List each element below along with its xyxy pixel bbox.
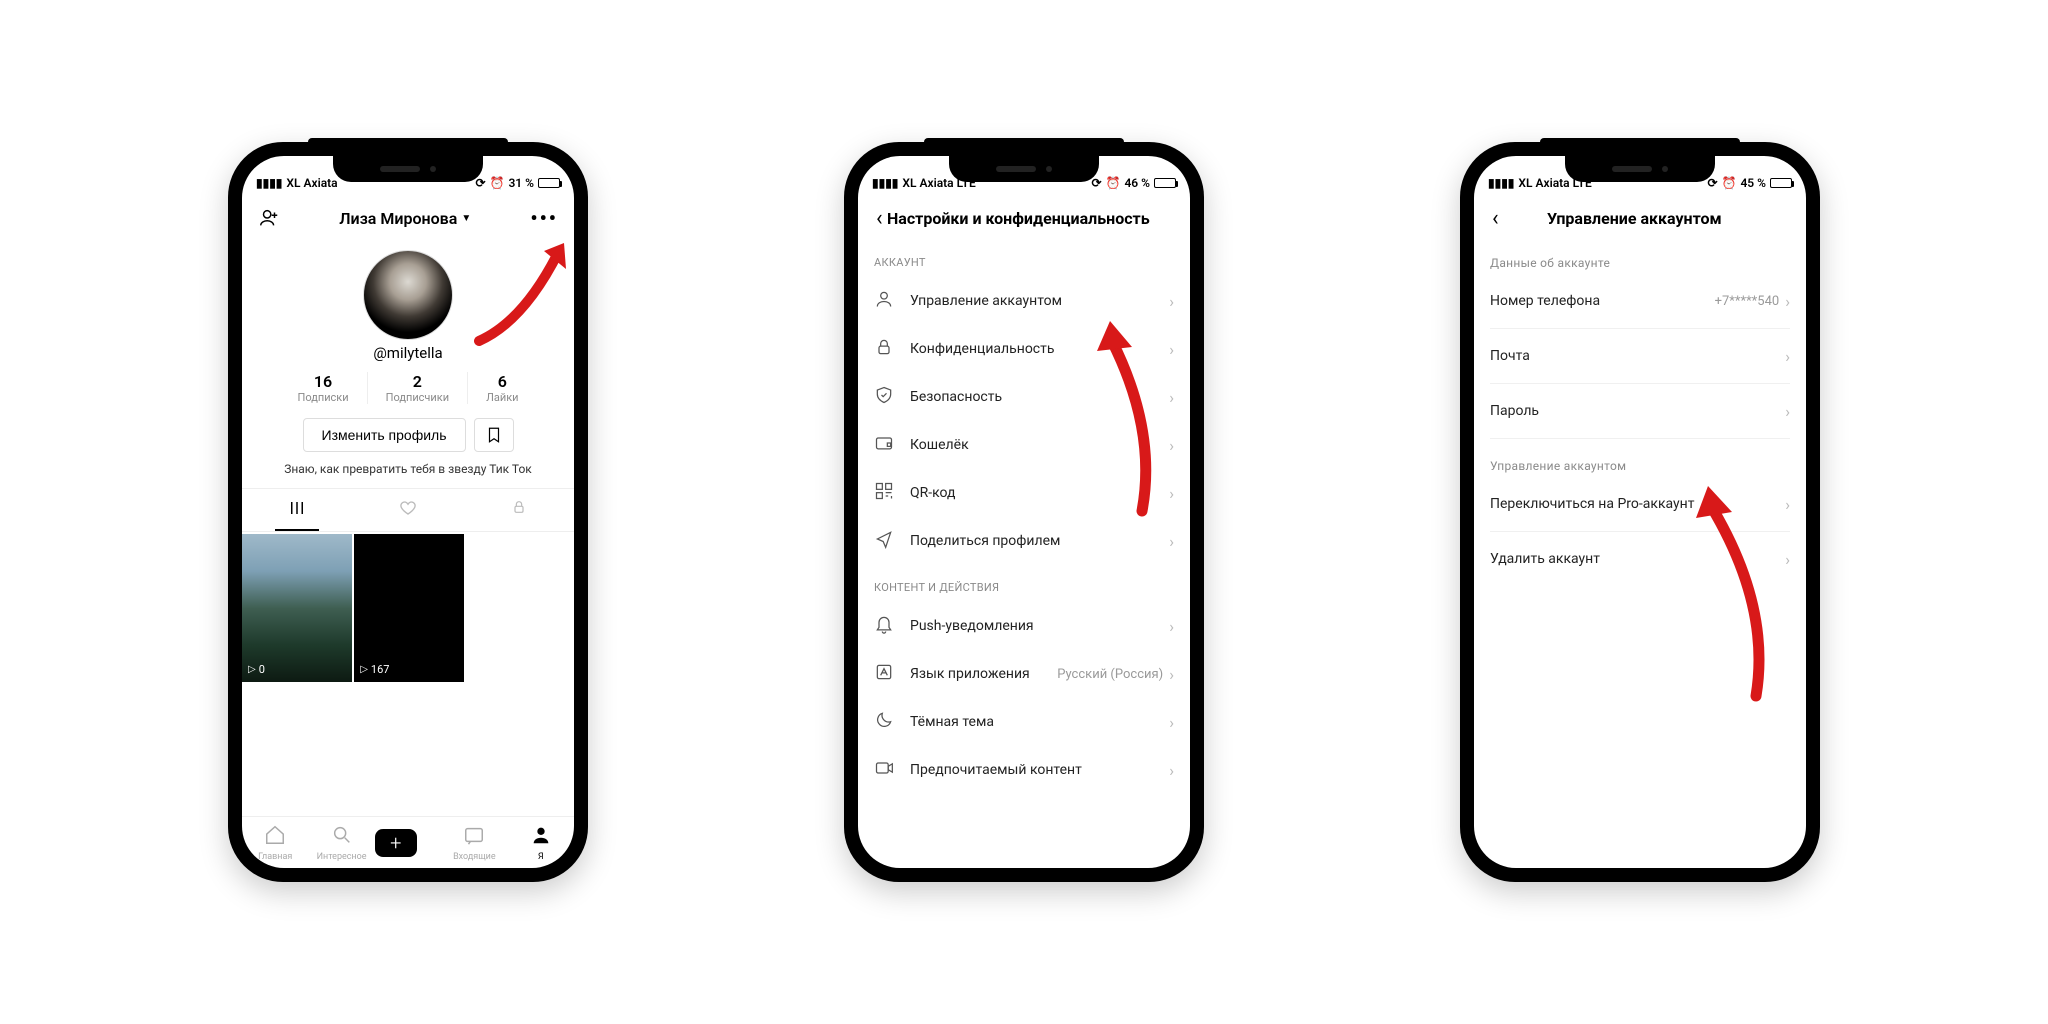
row-phone-number[interactable]: Номер телефона +7*****540 › (1474, 278, 1806, 324)
video-thumbnail[interactable]: 167 (354, 534, 464, 682)
language-icon (874, 662, 896, 686)
chevron-right-icon: › (1169, 340, 1174, 359)
chevron-right-icon: › (1169, 436, 1174, 455)
phone-notch (1565, 156, 1715, 182)
chevron-right-icon: › (1169, 484, 1174, 503)
caret-down-icon: ▼ (461, 213, 471, 224)
page-title: Управление аккаунтом (1475, 209, 1794, 228)
section-header-content: КОНТЕНТ И ДЕЙСТВИЯ (858, 565, 1190, 602)
chevron-right-icon: › (1785, 292, 1790, 311)
chevron-right-icon: › (1169, 292, 1174, 311)
nav-home[interactable]: Главная (242, 824, 308, 862)
qr-icon (874, 481, 896, 505)
section-header-account: АККАУНТ (858, 240, 1190, 277)
row-privacy[interactable]: Конфиденциальность › (858, 325, 1190, 373)
chevron-right-icon: › (1785, 402, 1790, 421)
divider (1490, 383, 1790, 384)
bio-text: Знаю, как превратить тебя в звезду Тик Т… (242, 462, 574, 476)
chevron-right-icon: › (1169, 617, 1174, 636)
moon-icon (874, 710, 896, 734)
video-thumbnail[interactable]: 0 (242, 534, 352, 682)
phone-notch (333, 156, 483, 182)
profile-name-dropdown[interactable]: Лиза Миронова ▼ (339, 209, 471, 228)
row-qr[interactable]: QR-код › (858, 469, 1190, 517)
wallet-icon (874, 433, 896, 457)
tab-private[interactable] (463, 489, 574, 531)
row-push[interactable]: Push-уведомления › (858, 602, 1190, 650)
row-language[interactable]: Язык приложения Русский (Россия) › (858, 650, 1190, 698)
page-title: Настройки и конфиденциальность (859, 209, 1178, 228)
row-content-pref[interactable]: Предпочитаемый контент › (858, 746, 1190, 794)
row-email[interactable]: Почта › (1474, 333, 1806, 379)
tab-grid[interactable] (242, 489, 353, 531)
phone-settings: ▮▮▮▮ XL Axiata LTE 22:59 ⟳ ⏰ 46 % ‹ Наст… (844, 142, 1204, 882)
play-count: 0 (248, 663, 265, 676)
row-manage-account[interactable]: Управление аккаунтом › (858, 277, 1190, 325)
play-count: 167 (360, 663, 389, 676)
chevron-right-icon: › (1785, 347, 1790, 366)
edit-profile-button[interactable]: Изменить профиль (303, 418, 466, 452)
avatar[interactable] (363, 250, 453, 340)
profile-tabs (242, 488, 574, 532)
row-switch-pro[interactable]: Переключиться на Pro-аккаунт › (1474, 481, 1806, 527)
shield-icon (874, 385, 896, 409)
profile-name: Лиза Миронова (339, 209, 457, 228)
section-header-manage: Управление аккаунтом (1474, 443, 1806, 481)
bottom-nav: Главная Интересное + Входящие Я (242, 816, 574, 868)
chevron-right-icon: › (1169, 713, 1174, 732)
row-password[interactable]: Пароль › (1474, 388, 1806, 434)
row-value: +7*****540 (1715, 294, 1780, 309)
nav-me[interactable]: Я (508, 824, 574, 862)
username-handle: @milytella (242, 344, 574, 362)
share-icon (874, 529, 896, 553)
plus-icon: + (375, 829, 417, 857)
divider (1490, 438, 1790, 439)
row-value: Русский (Россия) (1057, 667, 1163, 682)
stat-following[interactable]: 16 Подписки (279, 372, 367, 404)
bell-icon (874, 614, 896, 638)
add-friend-icon[interactable] (258, 207, 280, 229)
stats-row: 16 Подписки 2 Подписчики 6 Лайки (242, 372, 574, 404)
chevron-right-icon: › (1169, 532, 1174, 551)
bookmark-button[interactable] (474, 418, 514, 452)
row-delete-account[interactable]: Удалить аккаунт › (1474, 536, 1806, 582)
stat-followers[interactable]: 2 Подписчики (368, 372, 468, 404)
chevron-right-icon: › (1785, 550, 1790, 569)
phone-profile: ▮▮▮▮ XL Axiata 19:35 ⟳ ⏰ 31 % Лиза Мирон… (228, 142, 588, 882)
row-dark-theme[interactable]: Тёмная тема › (858, 698, 1190, 746)
phone-manage-account: ▮▮▮▮ XL Axiata LTE 22:59 ⟳ ⏰ 45 % ‹ Упра… (1460, 142, 1820, 882)
chevron-right-icon: › (1169, 761, 1174, 780)
video-icon (874, 758, 896, 782)
row-wallet[interactable]: Кошелёк › (858, 421, 1190, 469)
more-menu-icon[interactable]: ••• (530, 206, 558, 230)
phone-notch (949, 156, 1099, 182)
nav-discover[interactable]: Интересное (308, 824, 374, 862)
battery-icon (1154, 178, 1176, 188)
section-header-account-data: Данные об аккаунте (1474, 240, 1806, 278)
row-security[interactable]: Безопасность › (858, 373, 1190, 421)
row-share-profile[interactable]: Поделиться профилем › (858, 517, 1190, 565)
user-icon (874, 289, 896, 313)
nav-inbox[interactable]: Входящие (441, 824, 507, 862)
divider (1490, 531, 1790, 532)
chevron-right-icon: › (1169, 665, 1174, 684)
chevron-right-icon: › (1785, 495, 1790, 514)
nav-create[interactable]: + (375, 829, 441, 857)
battery-icon (1770, 178, 1792, 188)
stat-likes[interactable]: 6 Лайки (468, 372, 536, 404)
chevron-right-icon: › (1169, 388, 1174, 407)
lock-icon (874, 337, 896, 361)
annotation-arrow (464, 231, 574, 351)
video-grid: 0 167 (242, 532, 574, 684)
divider (1490, 328, 1790, 329)
tab-liked[interactable] (353, 489, 464, 531)
battery-icon (538, 178, 560, 188)
